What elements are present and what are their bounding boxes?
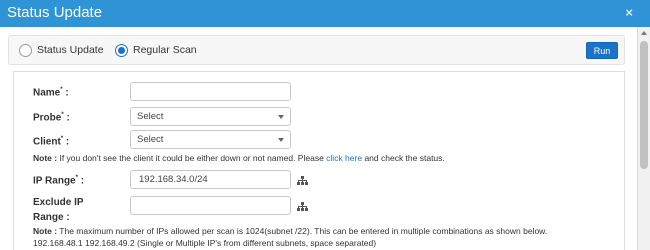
scrollbar-thumb[interactable] bbox=[640, 41, 648, 169]
exclude-ip-label: Exclude IP Range : bbox=[33, 197, 84, 223]
probe-select-value: Select bbox=[137, 111, 164, 122]
client-select-value: Select bbox=[137, 134, 164, 145]
radio-status-update-label[interactable]: Status Update bbox=[37, 44, 104, 56]
exclude-ip-input[interactable] bbox=[130, 196, 291, 215]
dialog-title-bar: Status Update × bbox=[0, 0, 650, 27]
network-icon[interactable] bbox=[297, 176, 308, 185]
client-note: Note : If you don't see the client it co… bbox=[33, 153, 445, 163]
ip-range-input[interactable]: 192.168.34.0/24 bbox=[130, 170, 291, 189]
dialog-title: Status Update bbox=[7, 4, 103, 21]
name-input[interactable] bbox=[130, 82, 291, 101]
ip-limit-note: Note : The maximum number of IPs allowed… bbox=[33, 226, 548, 236]
ip-range-label: IP Range* : bbox=[33, 175, 85, 187]
client-label: Client* : bbox=[33, 136, 70, 148]
close-icon[interactable]: × bbox=[625, 5, 633, 20]
ip-example-text: 192.168.48.1 192.168.49.2 (Single or Mul… bbox=[33, 238, 377, 248]
click-here-link[interactable]: click here bbox=[326, 153, 362, 163]
client-select[interactable]: Select bbox=[130, 130, 291, 149]
run-button[interactable]: Run bbox=[586, 42, 618, 59]
vertical-scrollbar[interactable] bbox=[637, 27, 650, 250]
probe-label: Probe* : bbox=[33, 112, 70, 124]
radio-status-update[interactable] bbox=[19, 44, 32, 57]
network-icon[interactable] bbox=[297, 202, 308, 211]
name-label: Name* : bbox=[33, 87, 69, 99]
chevron-down-icon bbox=[278, 138, 284, 142]
radio-regular-scan-label[interactable]: Regular Scan bbox=[133, 44, 197, 56]
scan-form: Name* : Probe* : Select Client* : Select… bbox=[13, 71, 625, 250]
radio-regular-scan[interactable] bbox=[115, 44, 128, 57]
chevron-down-icon bbox=[278, 115, 284, 119]
scan-mode-panel: Status Update Regular Scan Run bbox=[8, 35, 625, 65]
probe-select[interactable]: Select bbox=[130, 107, 291, 126]
scroll-up-icon[interactable] bbox=[641, 31, 647, 35]
